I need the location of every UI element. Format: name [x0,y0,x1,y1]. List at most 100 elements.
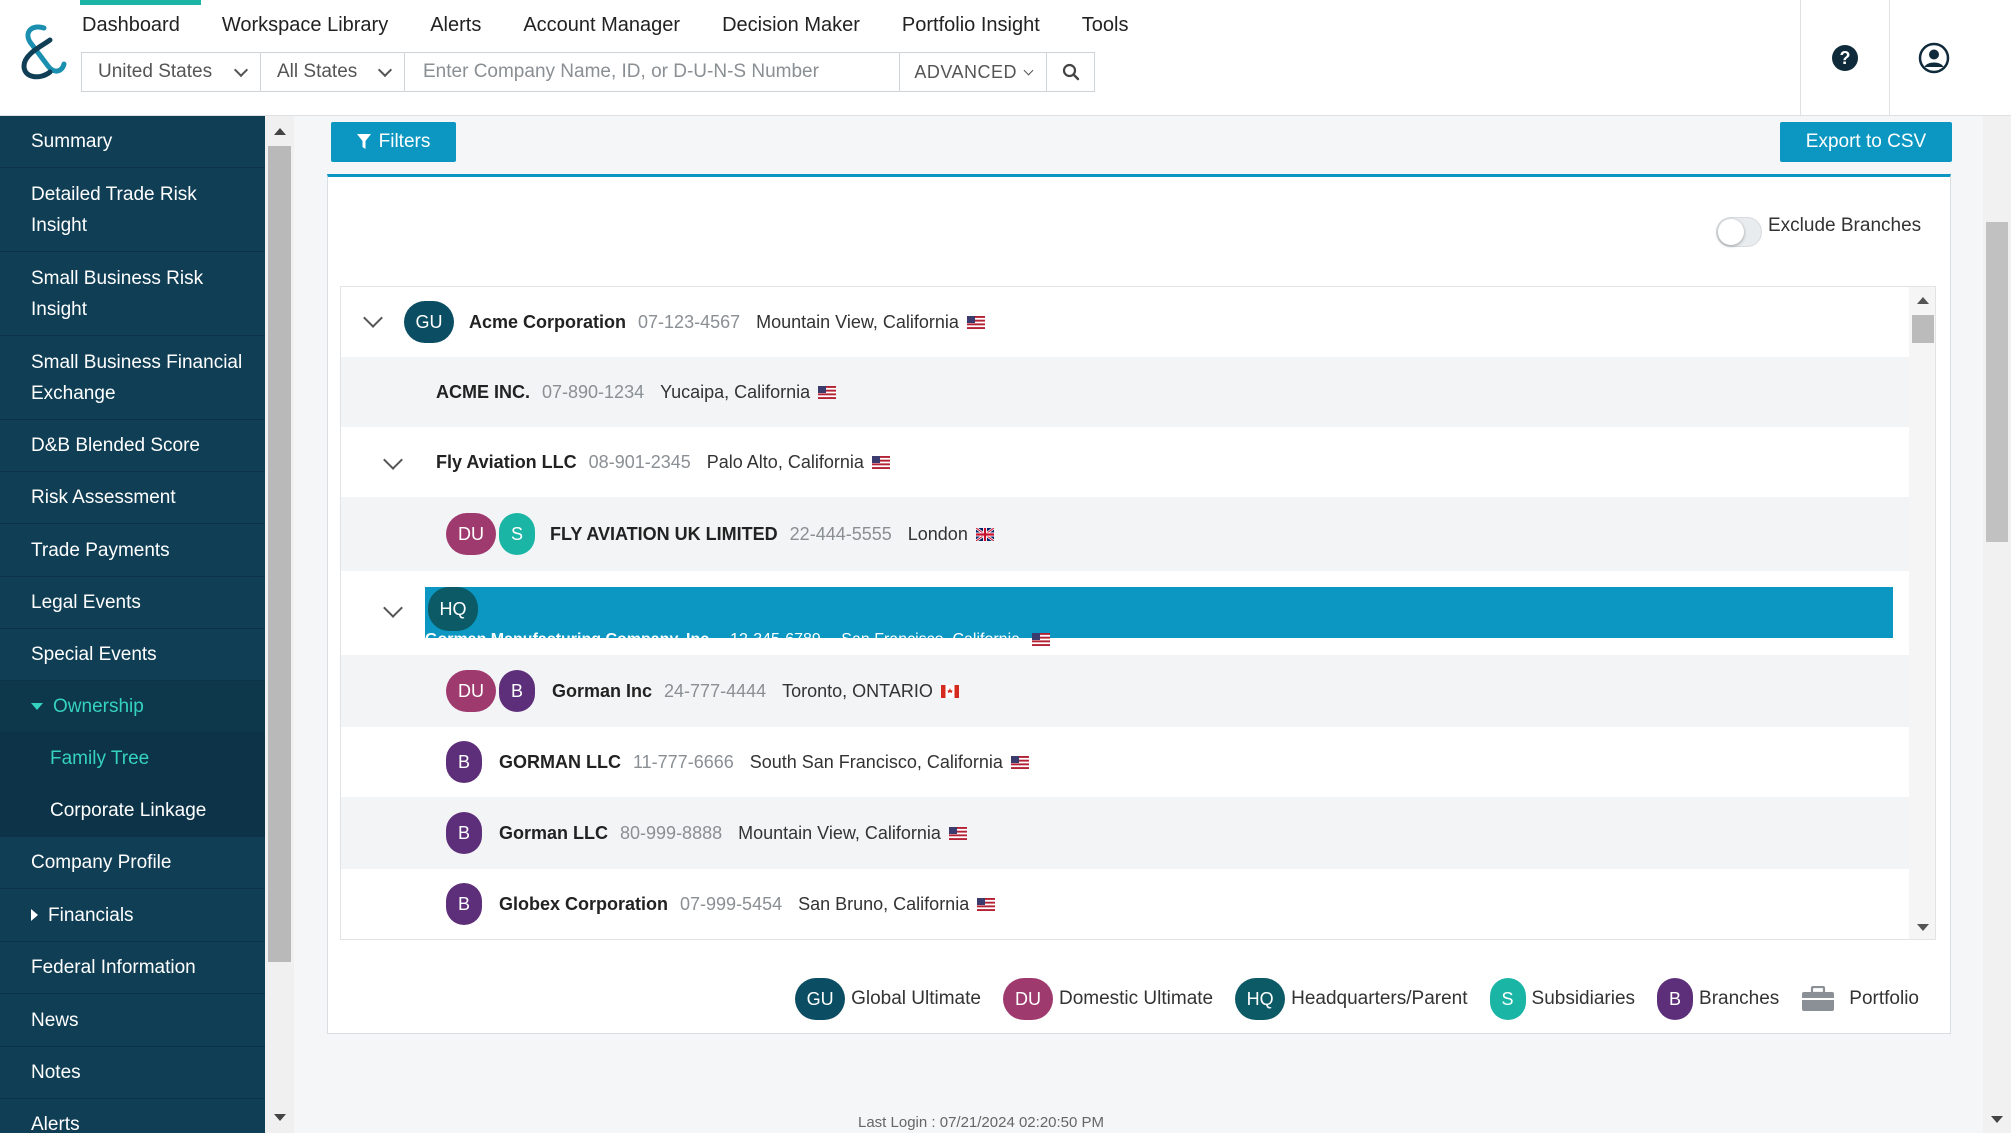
legend-label: Branches [1699,988,1780,1009]
us-flag-icon [1010,755,1029,769]
us-flag-icon [818,385,837,399]
state-select[interactable]: All States [261,53,405,91]
sidebar-item-label: Financials [48,904,134,926]
sidebar-item-family-tree[interactable]: Family Tree [0,733,265,785]
tree-row[interactable]: DU B Gorman Inc 24-777-4444 Toronto, ONT… [341,655,1909,727]
collapse-chevron-icon[interactable] [383,601,403,621]
legend-item: GU Global Ultimate [795,978,981,1020]
company-name[interactable]: ACME INC. [436,382,530,403]
advanced-search-toggle[interactable]: ADVANCED [899,53,1046,91]
page-scroll-thumb[interactable] [1986,222,2008,542]
selected-tree-row[interactable]: HQ Gorman Manufacturing Company, Inc. 12… [425,587,1893,648]
sidebar-item-alerts[interactable]: Alerts [0,1099,265,1133]
tree-row[interactable]: B Globex Corporation 07-999-5454 San Bru… [341,869,1909,939]
uk-flag-icon [975,527,994,541]
sidebar-item-ownership[interactable]: Ownership [0,681,265,733]
sidebar-item-small-business-financial-exchange[interactable]: Small Business Financial Exchange [0,336,265,420]
company-location: Palo Alto, California [706,451,864,472]
scroll-up-arrow-icon[interactable] [274,128,286,135]
nav-decision-maker[interactable]: Decision Maker [701,0,881,50]
company-name[interactable]: FLY AVIATION UK LIMITED [550,524,778,545]
caret-right-icon [31,909,38,921]
legend-label: Portfolio [1849,988,1919,1009]
company-name[interactable]: GORMAN LLC [499,752,621,773]
sidebar-item-risk-assessment[interactable]: Risk Assessment [0,472,265,524]
scroll-down-arrow-icon[interactable] [1917,924,1929,931]
help-button[interactable]: ? [1800,0,1889,116]
last-login-text: Last Login : 07/21/2024 02:20:50 PM [858,1114,1105,1131]
legend-label: Headquarters/Parent [1291,988,1468,1009]
exclude-branches-toggle[interactable] [1716,217,1762,247]
country-select[interactable]: United States [82,53,261,91]
company-name[interactable]: Gorman Manufacturing Company, Inc. [425,631,714,648]
nav-tools[interactable]: Tools [1061,0,1150,50]
nav-portfolio-insight[interactable]: Portfolio Insight [881,0,1061,50]
sidebar-item-company-profile[interactable]: Company Profile [0,837,265,889]
scroll-down-arrow-icon[interactable] [1991,1116,2003,1123]
scroll-up-arrow-icon[interactable] [1917,297,1929,304]
company-search-bar: United States All States ADVANCED [81,52,1095,92]
user-account-button[interactable] [1889,0,1978,116]
company-location: Mountain View, California [756,311,959,332]
nav-account-manager[interactable]: Account Manager [502,0,701,50]
page-scrollbar[interactable] [1983,116,2011,1133]
sidebar-item-news[interactable]: News [0,994,265,1047]
state-select-value: All States [277,61,358,82]
sidebar-item-financials[interactable]: Financials [0,889,265,942]
company-location: San Bruno, California [798,893,970,914]
sidebar-item-corporate-linkage[interactable]: Corporate Linkage [0,785,265,837]
sidebar-item-detailed-trade-risk-insight[interactable]: Detailed Trade Risk Insight [0,168,265,252]
sidebar-item-summary[interactable]: Summary [0,116,265,168]
sidebar-item-special-events[interactable]: Special Events [0,629,265,681]
company-search-input[interactable] [405,53,900,91]
sidebar-item-legal-events[interactable]: Legal Events [0,577,265,629]
sidebar-item-federal-information[interactable]: Federal Information [0,942,265,994]
chevron-down-icon [233,62,249,77]
sidebar-item-trade-payments[interactable]: Trade Payments [0,524,265,577]
nav-dashboard[interactable]: Dashboard [80,0,201,50]
headquarters-badge: HQ [428,587,478,631]
branch-badge: B [446,812,482,854]
sidebar-scroll-thumb[interactable] [268,146,291,962]
sidebar-item-blended-score[interactable]: D&B Blended Score [0,420,265,472]
tree-row[interactable]: B GORMAN LLC 11-777-6666 South San Franc… [341,727,1909,797]
duns-number: 07-123-4567 [638,311,741,332]
nav-alerts[interactable]: Alerts [409,0,502,50]
collapse-chevron-icon[interactable] [363,311,383,331]
briefcase-icon [1802,986,1835,1011]
tree-row[interactable]: DU S FLY AVIATION UK LIMITED 22-444-5555… [341,497,1909,571]
company-name[interactable]: Fly Aviation LLC [436,452,577,473]
collapse-chevron-icon[interactable] [383,453,403,473]
tree-scroll-thumb[interactable] [1912,315,1934,343]
us-flag-icon [948,826,967,840]
filter-icon [356,134,371,149]
report-sidebar: Summary Detailed Trade Risk Insight Smal… [0,116,265,1133]
sidebar-item-small-business-risk-insight[interactable]: Small Business Risk Insight [0,252,265,336]
branch-badge: B [446,741,482,783]
duns-number: 12-345-6789 [730,631,821,648]
sidebar-item-label: Ownership [53,696,144,717]
caret-down-icon [31,703,43,710]
tree-row[interactable]: GU Acme Corporation 07-123-4567 Mountain… [341,287,1909,357]
company-location: San Francisco, California [841,631,1021,648]
country-select-value: United States [98,61,213,82]
company-name[interactable]: Gorman LLC [499,823,608,844]
dnb-logo-icon[interactable] [14,20,68,84]
search-button[interactable] [1046,53,1094,91]
tree-row[interactable]: B Gorman LLC 80-999-8888 Mountain View, … [341,797,1909,869]
nav-workspace-library[interactable]: Workspace Library [201,0,409,50]
tree-row[interactable]: Fly Aviation LLC 08-901-2345 Palo Alto, … [341,427,1909,497]
company-name[interactable]: Globex Corporation [499,894,668,915]
export-csv-button[interactable]: Export to CSV [1780,122,1952,162]
tree-scrollbar[interactable] [1909,287,1935,939]
company-name[interactable]: Acme Corporation [469,312,626,333]
legend-label: Global Ultimate [851,988,981,1009]
main-nav: Dashboard Workspace Library Alerts Accou… [80,0,1149,50]
filters-button[interactable]: Filters [331,122,456,162]
sidebar-scrollbar[interactable] [265,116,294,1133]
help-icon: ? [1832,45,1858,71]
company-name[interactable]: Gorman Inc [552,681,652,702]
tree-row[interactable]: ACME INC. 07-890-1234 Yucaipa, Californi… [341,357,1909,427]
scroll-down-arrow-icon[interactable] [274,1114,286,1121]
sidebar-item-notes[interactable]: Notes [0,1047,265,1099]
